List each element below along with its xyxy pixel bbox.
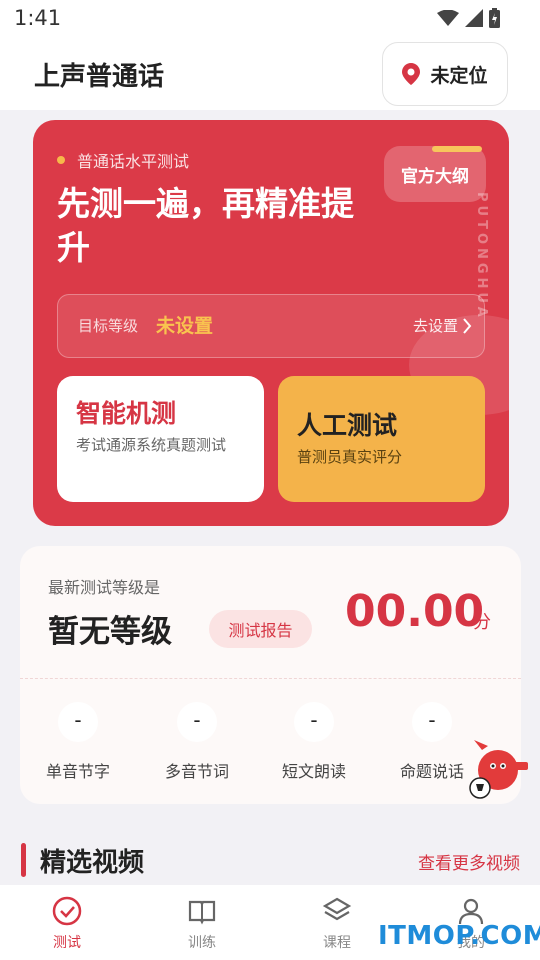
stat-value: -: [74, 708, 82, 732]
location-label: 未定位: [430, 64, 488, 87]
score-unit: 分: [473, 612, 491, 633]
hero-subtitle: 普通话水平测试: [77, 152, 190, 171]
site-watermark: ITMOP.COM: [378, 921, 540, 951]
score-value: 00.00: [345, 586, 485, 637]
hero-subtitle-row: 普通话水平测试: [57, 148, 189, 172]
human-test-desc: 普测员真实评分: [297, 448, 403, 466]
smart-test-title: 智能机测: [76, 399, 177, 428]
stat-label: 单音节字: [45, 762, 110, 781]
signal-icon: [465, 9, 483, 27]
status-time: 1:41: [14, 6, 62, 30]
target-level-row[interactable]: 目标等级 未设置 去设置: [57, 294, 485, 358]
wifi-icon: [437, 10, 459, 26]
tab-training[interactable]: 训练: [157, 895, 247, 952]
featured-videos-header: 精选视频 查看更多视频: [0, 835, 540, 885]
smart-test-desc: 考试通源系统真题测试: [76, 436, 227, 454]
stat-circle: -: [58, 702, 98, 742]
tab-label: 测试: [53, 935, 81, 951]
section-title: 精选视频: [40, 848, 145, 878]
tab-test[interactable]: 测试: [22, 895, 112, 952]
target-level-value: 未设置: [156, 315, 214, 337]
layers-icon: [322, 897, 352, 921]
location-button[interactable]: 未定位: [382, 42, 508, 106]
latest-level-value: 暂无等级: [48, 614, 172, 650]
tab-courses[interactable]: 课程: [292, 895, 382, 952]
more-videos-link[interactable]: 查看更多视频: [418, 849, 520, 874]
stat-item: - 单音节字: [28, 702, 128, 782]
stat-item: - 多音节词: [147, 702, 247, 782]
chevron-right-icon: [463, 318, 472, 334]
location-pin-icon: [402, 63, 421, 85]
official-outline-button[interactable]: 官方大纲: [384, 146, 486, 202]
book-icon: [188, 900, 216, 925]
section-accent-bar: [21, 843, 26, 877]
stat-value: -: [193, 708, 201, 732]
human-test-card[interactable]: 人工测试 普测员真实评分: [278, 376, 485, 502]
tab-label: 课程: [323, 935, 351, 951]
stat-label: 多音节词: [164, 762, 229, 781]
app-title: 上声普通话: [34, 62, 165, 92]
hero-title: 先测一遍，再精准提升: [57, 184, 354, 267]
stat-value: -: [428, 708, 436, 732]
target-level-label: 目标等级: [78, 317, 139, 335]
mascot-icon[interactable]: [460, 736, 528, 802]
test-report-button[interactable]: 测试报告: [209, 610, 312, 648]
result-card: 最新测试等级是 暂无等级 测试报告 00.00 分 - 单音节字 - 多音节词 …: [20, 546, 528, 804]
tab-label: 训练: [188, 935, 216, 951]
header: 上声普通话 未定位: [0, 38, 540, 110]
status-bar: 1:41: [0, 0, 540, 38]
stat-circle: -: [294, 702, 334, 742]
hero-card: 普通话水平测试 先测一遍，再精准提升 官方大纲 PUTONGHUA 目标等级 未…: [33, 120, 509, 526]
dashed-divider: [20, 678, 521, 679]
check-circle-icon: [52, 896, 82, 926]
official-accent-bar: [432, 146, 482, 152]
stat-item: - 短文朗读: [264, 702, 364, 782]
dot-icon: [57, 156, 65, 164]
battery-icon: [489, 8, 500, 28]
stat-circle: -: [412, 702, 452, 742]
stat-circle: -: [177, 702, 217, 742]
smart-test-card[interactable]: 智能机测 考试通源系统真题测试: [57, 376, 264, 502]
stat-label: 短文朗读: [281, 762, 346, 781]
latest-level-label: 最新测试等级是: [48, 578, 161, 597]
set-target-link[interactable]: 去设置: [413, 315, 458, 336]
status-icons: [437, 8, 500, 28]
stat-value: -: [310, 708, 318, 732]
human-test-title: 人工测试: [297, 411, 398, 440]
